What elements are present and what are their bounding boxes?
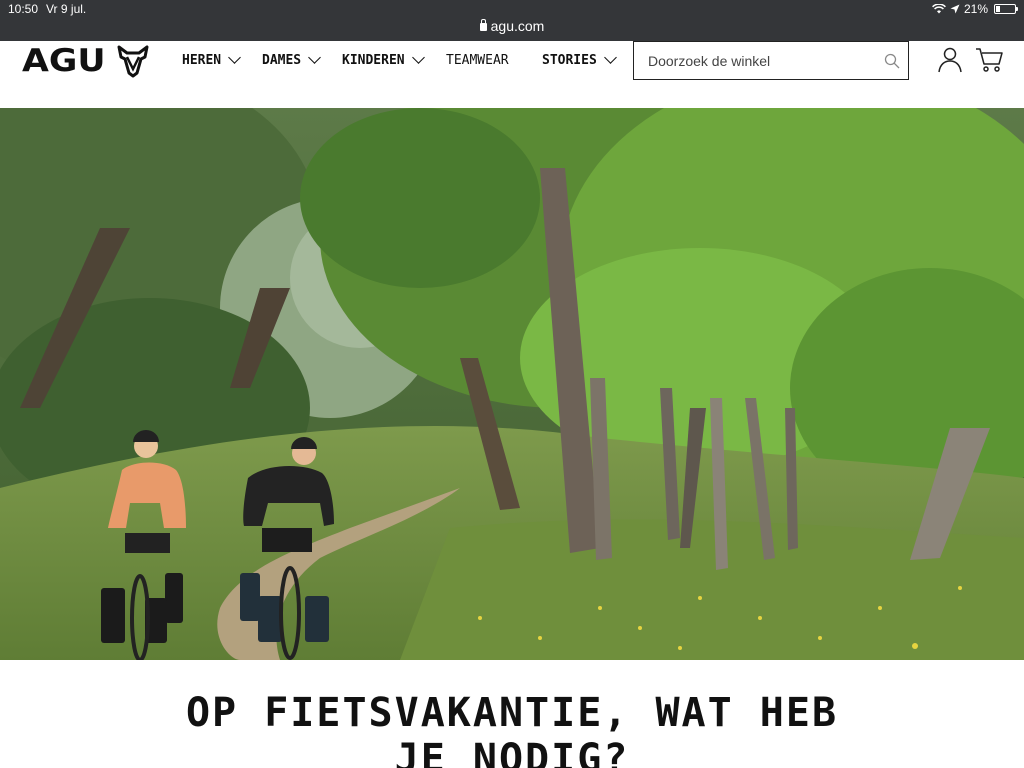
- ios-status-bar: 10:50 Vr 9 jul. 21% agu.com: [0, 0, 1024, 41]
- location-icon: [950, 4, 960, 14]
- url-bar[interactable]: agu.com: [0, 18, 1024, 34]
- agu-logo[interactable]: AGU: [22, 42, 151, 80]
- nav-item-kinderen[interactable]: KINDEREN: [342, 41, 425, 79]
- nav-label: STORIES: [542, 52, 597, 68]
- chevron-down-icon: [411, 51, 425, 64]
- page-headline: OP FIETSVAKANTIE, WAT HEB JE NODIG?: [185, 690, 839, 768]
- nav-label: KINDEREN: [342, 52, 405, 68]
- lock-icon: [479, 19, 487, 31]
- headline-section: OP FIETSVAKANTIE, WAT HEB JE NODIG?: [0, 660, 1024, 768]
- logo-wordmark: AGU: [22, 43, 106, 79]
- hero-illustration: [0, 108, 1024, 660]
- nav-item-dames[interactable]: DAMES: [262, 41, 322, 79]
- nav-label: HEREN: [182, 52, 222, 68]
- status-date: Vr 9 jul.: [46, 2, 87, 16]
- bull-head-icon: [117, 45, 149, 78]
- wifi-icon: [932, 4, 946, 14]
- search-box[interactable]: [633, 41, 909, 80]
- url-text[interactable]: agu.com: [491, 18, 545, 34]
- nav-item-teamwear[interactable]: TEAMWEAR: [446, 41, 509, 79]
- site-header: AGU HEREN DAMES KINDEREN TEAMWEAR STORIE…: [0, 41, 1024, 108]
- chevron-down-icon: [308, 51, 322, 64]
- nav-label: DAMES: [262, 52, 302, 68]
- battery-percentage: 21%: [963, 2, 988, 16]
- account-icon[interactable]: [938, 47, 962, 73]
- hero-image[interactable]: [0, 108, 1024, 660]
- battery-icon: [994, 4, 1018, 14]
- search-icon[interactable]: [884, 53, 900, 69]
- chevron-down-icon: [603, 51, 617, 64]
- search-input[interactable]: [648, 52, 868, 69]
- battery-level: [996, 6, 1000, 12]
- status-indicators: 21%: [932, 2, 1018, 16]
- status-time: 10:50: [8, 2, 39, 16]
- nav-label: TEAMWEAR: [446, 52, 509, 68]
- chevron-down-icon: [228, 51, 242, 64]
- nav-item-heren[interactable]: HEREN: [182, 41, 242, 79]
- nav-item-stories[interactable]: STORIES: [542, 41, 617, 79]
- cart-icon[interactable]: [975, 47, 1003, 73]
